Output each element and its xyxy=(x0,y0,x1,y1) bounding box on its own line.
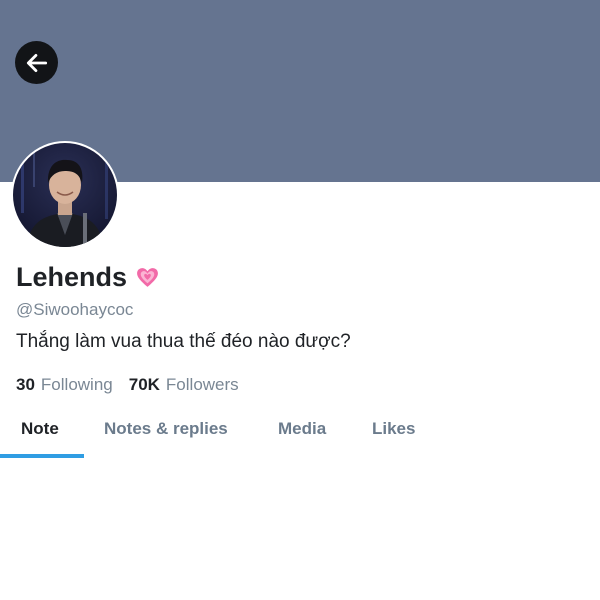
profile-bio: Thắng làm vua thua thế đéo nào được? xyxy=(16,331,351,352)
avatar-photo xyxy=(13,143,117,247)
back-button[interactable] xyxy=(15,41,58,84)
following-stat[interactable]: 30 Following xyxy=(16,375,113,395)
display-name-text: Lehends xyxy=(16,262,128,292)
active-tab-indicator xyxy=(0,454,84,458)
tab-notes-replies[interactable]: Notes & replies xyxy=(104,404,228,454)
avatar[interactable] xyxy=(11,141,119,249)
profile-page: Lehends @Siwoohaycoc Thắng làm vua thua … xyxy=(0,0,600,600)
display-name: Lehends xyxy=(16,262,160,293)
arrow-left-icon xyxy=(26,53,47,72)
profile-stats: 30 Following 70K Followers xyxy=(16,375,255,395)
followers-stat[interactable]: 70K Followers xyxy=(129,375,239,395)
profile-tabs: Note Notes & replies Media Likes xyxy=(0,404,600,458)
followers-label: Followers xyxy=(165,375,239,394)
tab-note[interactable]: Note xyxy=(21,404,59,454)
user-handle: @Siwoohaycoc xyxy=(16,300,134,319)
following-label: Following xyxy=(40,375,113,394)
tab-likes[interactable]: Likes xyxy=(372,404,415,454)
growing-heart-icon xyxy=(135,265,160,290)
following-count: 30 xyxy=(16,375,35,394)
followers-count: 70K xyxy=(128,375,160,394)
tab-media[interactable]: Media xyxy=(278,404,326,454)
